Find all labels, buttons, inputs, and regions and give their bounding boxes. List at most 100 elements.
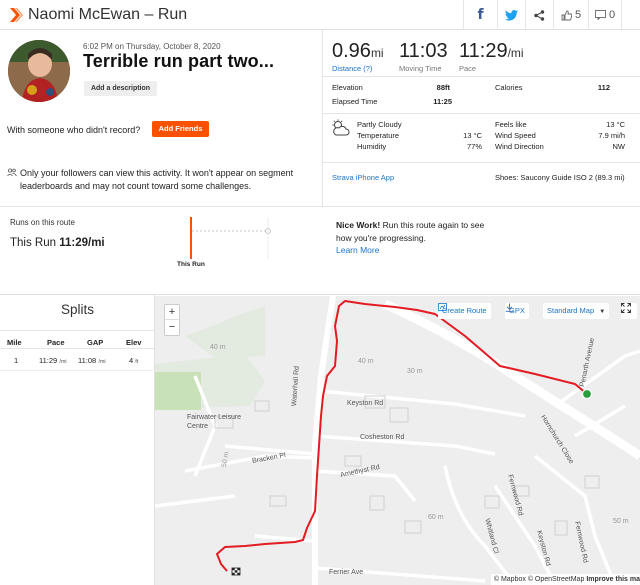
contour-label: 40 m [358,358,374,365]
split-gap-unit: /mi [98,359,106,365]
elapsed-label: Elapsed Time [332,97,378,106]
gpx-export-button[interactable]: GPX [505,303,529,319]
contour-label: 40 m [210,344,226,351]
twitter-icon [505,9,518,21]
wind-speed-value: 7.9 mi/h [598,131,625,140]
download-icon [505,303,514,312]
split-pace-unit: /mi [59,359,67,365]
kudos-count: 5 [574,9,582,21]
distance-value: 0.96 [332,40,371,62]
elevation-label: Elevation [332,83,363,92]
stats-rule-weather [323,113,640,114]
contour-label: 50 m [613,518,629,525]
calories-value: 112 [597,83,610,92]
splits-bottom-rule [0,370,155,371]
share-button[interactable] [525,0,553,30]
contour-label: 30 m [407,368,423,375]
contour-label: 60 m [428,514,444,521]
facebook-icon: f [477,7,484,23]
strava-chevron-icon [10,8,23,22]
zoom-in-button[interactable]: + [165,305,179,320]
pace-unit: /mi [507,46,524,60]
distance-label[interactable]: Distance (?) [332,64,384,73]
split-elev-unit: ft [135,359,139,365]
route-finish-marker [231,567,241,576]
activity-title[interactable]: Terrible run part two... [83,51,274,72]
partly-cloudy-icon [332,119,350,136]
splits-header-mile: Mile [7,338,22,347]
athlete-avatar[interactable] [8,40,70,102]
with-someone-label: With someone who didn't record? [7,125,141,135]
split-gap: 11:08 /mi [78,356,106,365]
fullscreen-button[interactable] [621,303,637,319]
zoom-out-button[interactable]: − [165,320,179,335]
nice-work-message: Nice Work! Run this route again to see h… [336,219,486,257]
moving-time-value: 11:03 [399,40,448,62]
road-label-cosheston: Cosheston Rd [360,434,405,441]
split-gap-value: 11:08 [78,356,97,365]
wind-direction-label: Wind Direction [495,142,544,151]
comments-button[interactable]: 0 [588,0,622,30]
elevation-value: 88ft [436,83,450,92]
privacy-note: Only your followers can view this activi… [20,168,294,191]
attribution-osm[interactable]: © OpenStreetMap [528,576,585,583]
create-route-button[interactable]: Create Route [438,303,491,319]
wind-direction-value: NW [612,142,626,151]
stats-divider [322,30,323,206]
pace-value: 11:29 [459,40,508,62]
temperature-value: 13 °C [463,131,482,140]
comments-count: 0 [608,9,616,21]
athlete-photo [8,40,70,102]
stat-pace: 11:29/mi Pace [459,40,524,73]
splits-header-gap: GAP [87,338,104,347]
stat-moving-time: 11:03 Moving Time [399,40,448,73]
route-start-marker [581,388,593,400]
add-friends-button[interactable]: Add Friends [152,121,209,137]
kudos-button[interactable]: 5 [553,0,588,30]
temperature-label: Temperature [357,131,400,140]
stats-rule-device [323,162,640,163]
share-icon [534,9,545,21]
map-style-label: Standard Map [547,306,595,315]
chevron-down-icon: ▼ [599,309,606,315]
splits-header-pace: Pace [47,338,65,347]
device-link[interactable]: Strava iPhone App [332,173,394,182]
zoom-control: + − [164,304,180,336]
poi-fairwater-leisure-centre: Fairwater Leisure Centre [187,414,242,430]
this-run-prefix: This Run [10,237,57,249]
stat-distance: 0.96mi Distance (?) [332,40,384,73]
add-description-button[interactable]: Add a description [84,81,157,96]
calories-label: Calories [495,83,523,92]
main-road [383,299,640,460]
twitter-share-button[interactable] [497,0,525,30]
page-header: Naomi McEwan – Run f 5 0 [0,0,640,30]
map-attribution: © Mapbox © OpenStreetMap Improve this ma [490,574,640,585]
facebook-share-button[interactable]: f [463,0,497,30]
elapsed-value: 11:25 [433,97,452,106]
splits-row-rule [0,348,155,349]
split-mile: 1 [14,356,19,365]
split-pace: 11:29 /mi [39,356,67,365]
road-label-keyston: Keyston Rd [347,400,384,407]
learn-more-link[interactable]: Learn More [336,245,379,255]
split-pace-value: 11:29 [39,356,58,365]
waterhall-road [312,296,336,585]
athlete-activity-title: Naomi McEwan – Run [28,6,188,23]
thumbs-up-icon [561,10,572,20]
route-map[interactable]: Keyston Rd Cosheston Rd Amethyst Rd Brac… [155,296,640,585]
comment-icon [594,10,606,20]
splits-header-elev: Elev [126,338,142,347]
create-route-label: Create Route [442,306,487,315]
expand-icon [621,303,631,313]
improve-map-link[interactable]: Improve this ma [586,576,640,583]
pace-label: Pace [459,64,477,73]
feels-like-value: 13 °C [606,120,625,129]
weather-condition: Partly Cloudy [357,120,402,129]
attribution-mapbox[interactable]: © Mapbox [494,576,526,583]
activity-datetime: 6:02 PM on Thursday, October 8, 2020 [83,42,221,51]
split-elev-value: 4 [129,356,134,365]
map-style-select[interactable]: Standard Map ▼ [543,303,610,319]
route-icon [438,303,447,311]
shoes-info[interactable]: Shoes: Saucony Guide ISO 2 (89.3 mi) [495,173,625,182]
mini-chart-label: This Run [177,261,205,268]
